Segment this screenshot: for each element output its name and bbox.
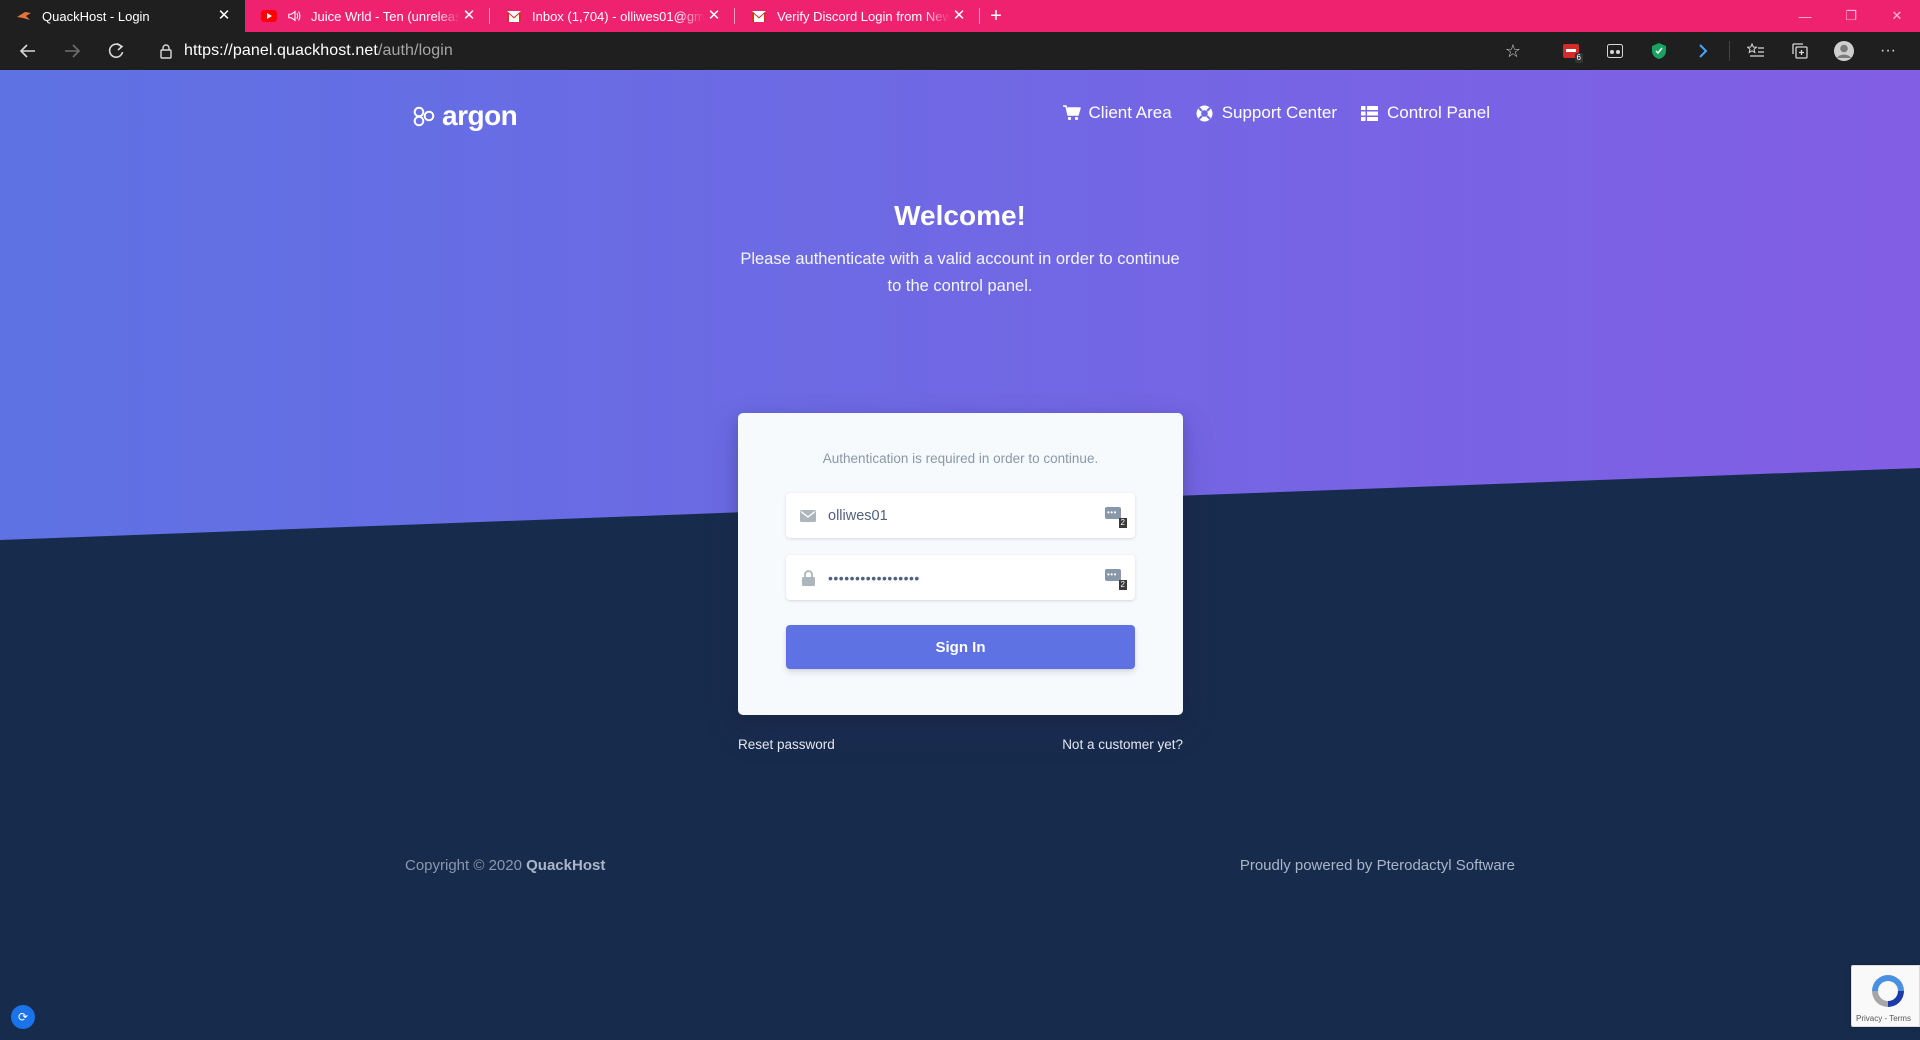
password-manager-icon[interactable]: ••• 2 bbox=[1103, 566, 1127, 590]
argon-logo-icon bbox=[413, 106, 435, 127]
password-value: ••••••••••••••••• bbox=[828, 569, 920, 586]
tab-gmail-inbox[interactable]: Inbox (1,704) - olliwes01@gmail.com ✕ bbox=[490, 0, 735, 32]
top-navigation: argon Client Area Support Center Control… bbox=[0, 70, 1920, 160]
reset-password-link[interactable]: Reset password bbox=[738, 737, 835, 752]
favorites-list-icon[interactable] bbox=[1734, 32, 1778, 70]
restore-icon[interactable]: ❐ bbox=[1828, 0, 1874, 32]
login-links: Reset password Not a customer yet? bbox=[738, 737, 1183, 752]
tab-title: Verify Discord Login from New Location bbox=[777, 8, 950, 24]
lifebuoy-icon bbox=[1196, 104, 1214, 122]
copyright: Copyright © 2020 QuackHost bbox=[405, 857, 606, 874]
browser-tab-bar: QuackHost - Login ✕ Juice Wrld - Ten (un… bbox=[0, 0, 1920, 32]
welcome-section: Welcome! Please authenticate with a vali… bbox=[0, 200, 1920, 300]
profile-avatar-icon[interactable] bbox=[1822, 32, 1866, 70]
nav-control-panel[interactable]: Control Panel bbox=[1361, 103, 1490, 123]
extension-red-icon[interactable]: 6 bbox=[1549, 32, 1593, 70]
grid-icon bbox=[1361, 104, 1379, 122]
tab-title: Juice Wrld - Ten (unreleased) bbox=[311, 8, 460, 24]
recaptcha-terms[interactable]: Privacy - Terms bbox=[1856, 1014, 1911, 1023]
extension-glasses-icon[interactable] bbox=[1593, 32, 1637, 70]
lock-icon[interactable] bbox=[148, 43, 184, 59]
welcome-title: Welcome! bbox=[894, 200, 1026, 231]
page-footer: Copyright © 2020 QuackHost Proudly power… bbox=[405, 857, 1515, 874]
powered-by: Proudly powered by Pterodactyl Software bbox=[1239, 857, 1515, 874]
cart-icon bbox=[1062, 104, 1081, 122]
nav-support-center[interactable]: Support Center bbox=[1196, 103, 1337, 123]
sign-in-button[interactable]: Sign In bbox=[786, 625, 1135, 669]
minimize-icon[interactable]: — bbox=[1782, 0, 1828, 32]
welcome-text: Please authenticate with a valid account… bbox=[740, 250, 1180, 295]
tab-youtube[interactable]: Juice Wrld - Ten (unreleased) ✕ bbox=[245, 0, 490, 32]
new-tab-button[interactable]: + bbox=[980, 0, 1012, 32]
speaker-icon[interactable] bbox=[287, 8, 303, 24]
tab-quackhost-login[interactable]: QuackHost - Login ✕ bbox=[0, 0, 245, 32]
username-value: olliwes01 bbox=[828, 507, 888, 524]
pterodactyl-link[interactable]: Pterodactyl Software bbox=[1377, 857, 1515, 874]
quackhost-icon bbox=[16, 8, 32, 24]
password-field[interactable]: ••••••••••••••••• ••• 2 bbox=[786, 555, 1135, 600]
recaptcha-badge[interactable]: Privacy - Terms bbox=[1851, 965, 1920, 1027]
brand-name: argon bbox=[442, 100, 518, 131]
close-tab-icon[interactable]: ✕ bbox=[705, 7, 723, 25]
address-bar[interactable]: https://panel.quackhost.net/auth/login ☆ bbox=[148, 36, 1528, 66]
tab-gmail-discord[interactable]: Verify Discord Login from New Location ✕ bbox=[735, 0, 980, 32]
close-tab-icon[interactable]: ✕ bbox=[950, 7, 968, 25]
page-content: argon Client Area Support Center Control… bbox=[0, 70, 1920, 1040]
collections-icon[interactable] bbox=[1778, 32, 1822, 70]
nav-client-area[interactable]: Client Area bbox=[1062, 103, 1172, 123]
nav-links: Client Area Support Center Control Panel bbox=[1062, 103, 1490, 123]
shield-icon[interactable] bbox=[1637, 32, 1681, 70]
favorite-star-icon[interactable]: ☆ bbox=[1498, 40, 1528, 62]
brand-logo[interactable]: argon bbox=[412, 100, 518, 132]
username-field[interactable]: olliwes01 ••• 2 bbox=[786, 493, 1135, 538]
gmail-icon bbox=[751, 8, 767, 24]
forward-button[interactable] bbox=[50, 32, 94, 70]
tab-title: Inbox (1,704) - olliwes01@gmail.com bbox=[532, 8, 705, 24]
company-link[interactable]: QuackHost bbox=[526, 857, 605, 874]
login-card: Authentication is required in order to c… bbox=[738, 413, 1183, 715]
close-window-icon[interactable]: ✕ bbox=[1874, 0, 1920, 32]
tab-title: QuackHost - Login bbox=[42, 8, 150, 24]
envelope-icon bbox=[790, 509, 826, 522]
reload-button[interactable] bbox=[94, 32, 138, 70]
floating-extension-icon[interactable]: ⟳ bbox=[11, 1005, 35, 1029]
password-manager-icon[interactable]: ••• 2 bbox=[1103, 504, 1127, 528]
lock-icon bbox=[790, 569, 826, 586]
youtube-icon bbox=[261, 8, 277, 24]
register-link[interactable]: Not a customer yet? bbox=[1062, 737, 1183, 752]
window-controls: — ❐ ✕ bbox=[1782, 0, 1920, 32]
close-tab-icon[interactable]: ✕ bbox=[460, 7, 478, 25]
auth-hint: Authentication is required in order to c… bbox=[822, 451, 1099, 466]
recaptcha-icon bbox=[1872, 975, 1904, 1007]
gmail-icon bbox=[506, 8, 522, 24]
extensions-area: 6 ··· bbox=[1549, 32, 1920, 70]
back-button[interactable] bbox=[6, 32, 50, 70]
chevron-right-icon[interactable] bbox=[1681, 32, 1725, 70]
close-tab-icon[interactable]: ✕ bbox=[215, 7, 233, 25]
more-menu-icon[interactable]: ··· bbox=[1866, 32, 1910, 70]
url-text: https://panel.quackhost.net/auth/login bbox=[184, 42, 453, 59]
